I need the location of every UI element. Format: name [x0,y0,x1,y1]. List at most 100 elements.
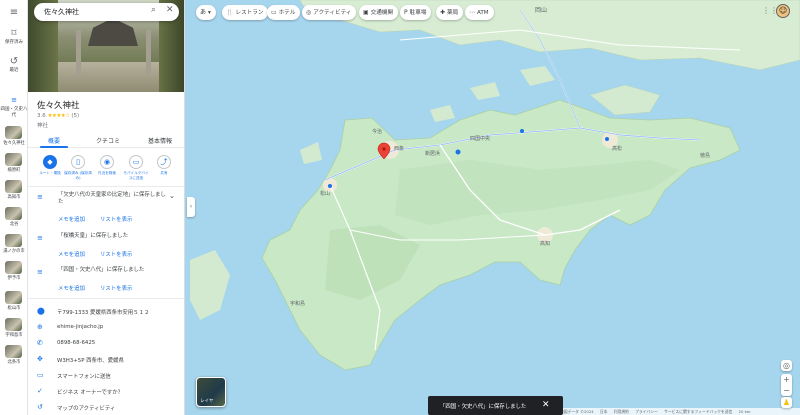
chip-parking[interactable]: P 駐車場 [400,5,432,20]
view-list-link[interactable]: リストを表示 [100,250,132,258]
save-button[interactable]: ▯ 保存済み (保存済み) [64,155,92,180]
language-icon: あ [200,9,207,16]
claim-business-row[interactable]: ✓ ビジネス オーナーですか？ [28,387,184,399]
address-text: 〒799-1333 愛媛県西条市安用５１２ [57,310,150,316]
pharmacy-icon: ✚ [440,9,446,16]
place-category[interactable]: 神社 [37,121,48,129]
saved-list-text: 「四国・欠史八代」に保存しました [58,267,145,273]
restaurant-icon: 🍴 [226,9,234,16]
rating-row[interactable]: 3.6 ★★★★☆ (5) [37,113,79,119]
map-label-niihama: 新居浜 [425,151,441,157]
map-footer: 地図データ ©2024 日本 利用規約 プライバシー サービスに関するフィードバ… [560,408,800,415]
footer-feedback[interactable]: サービスに関するフィードバックを送信 [664,409,732,414]
rail-thumb-label-8: 北条市 [7,360,21,365]
add-note-link[interactable]: メモを追加 [58,215,85,223]
rail-thumb-label-7: 宇和島市 [5,333,23,338]
send-to-phone-row[interactable]: ▭ スマートフォンに送信 [28,371,184,383]
globe-icon: ⊕ [37,323,43,331]
history-icon: ↺ [37,403,43,411]
my-location-button[interactable]: ◎ [781,360,792,371]
search-box[interactable]: ⌕ ✕ [34,3,179,21]
chip-label: 薬局 [447,10,459,16]
rail-thumb-4[interactable] [5,234,22,247]
verified-icon: ✓ [37,387,43,395]
footer-terms[interactable]: 利用規約 [614,409,629,414]
rail-thumb-8[interactable] [5,345,22,358]
footer-scale[interactable]: 20 km [739,409,751,414]
map-label-tokushima: 徳島 [700,153,711,159]
chip-restaurants[interactable]: 🍴 レストラン [222,5,269,20]
close-icon[interactable]: ✕ [166,5,174,15]
rail-list-button[interactable]: ≡ 四国・欠史八代 [0,95,28,118]
saved-list-actions: メモを追加 リストを表示 [28,284,184,292]
chip-label: ATM [477,10,489,16]
rail-thumb-2[interactable] [5,180,22,193]
tab-overview[interactable]: 概要 [48,136,60,145]
address-row[interactable]: ⬤ 〒799-1333 愛媛県西条市安用５１２ [28,307,184,319]
saved-list-text: 「欠史八代の天皇家の比定地」に保存しました [58,192,166,205]
collapse-panel-button[interactable]: ‹ [187,197,195,217]
saved-list-text: 「桜橋天皇」に保存しました [58,233,129,239]
nearby-button[interactable]: ◉ 付近を検索 [93,155,121,176]
rail-saved-button[interactable]: ⌑ 保存済み [0,28,28,45]
add-note-link[interactable]: メモを追加 [58,250,85,258]
photo-shrine [88,18,138,46]
saved-list-item: ≡ 「桜橋天皇」に保存しました [28,233,184,242]
send-to-phone-button[interactable]: ▭ モバイルデバイスに送信 [122,155,150,180]
rail-thumb-1[interactable] [5,153,22,166]
chip-atm[interactable]: ⋯ ATM [465,5,494,20]
account-avatar[interactable]: ☺ [776,4,790,18]
directions-label: ルート・乗換 [39,171,61,175]
website-row[interactable]: ⊕ ehime-jinjacho.jp [28,323,184,335]
rail-thumb-label-1: 楠原町 [7,168,21,173]
chip-transit[interactable]: ▣ 交通機関 [359,5,399,20]
menu-button[interactable]: ≡ [0,7,28,18]
close-icon[interactable]: ✕ [542,400,550,410]
zoom-out-button[interactable]: − [781,385,792,396]
rail-thumb-7[interactable] [5,318,22,331]
chip-hotels[interactable]: ▭ ホテル [267,5,301,20]
rail-thumb-label-0: 佐々久神社 [3,141,25,146]
rail-thumb-0[interactable] [5,126,22,139]
rail-saved-label: 保存済み [5,40,23,45]
rail-recent-button[interactable]: ↺ 最近 [0,56,28,73]
maps-activity-text: マップのアクティビティ [57,406,116,412]
phone-row[interactable]: ✆ 0898-68-6425 [28,339,184,351]
smartphone-icon: ▭ [37,371,44,379]
list-icon: ≡ [37,268,43,276]
map-label-takamatsu: 高松 [612,146,623,152]
bookmark-icon: ⌑ [11,28,17,39]
rail-thumb-6[interactable] [5,291,22,304]
tab-about[interactable]: 基本情報 [148,136,172,145]
share-label: 共有 [160,171,168,175]
rail-thumb-label-4: 湯ノかの市 [3,249,25,254]
layers-button[interactable]: レイヤ [196,377,226,407]
tab-reviews[interactable]: クチコミ [96,136,120,145]
chip-label: 交通機関 [370,10,394,16]
chevron-down-icon[interactable]: ⌄ [169,192,175,200]
left-rail: ≡ ⌑ 保存済み ↺ 最近 ≡ 四国・欠史八代 佐々久神社 楠原町 高知市 北谷… [0,0,28,415]
divider [28,298,184,299]
language-chip[interactable]: あ ▾ [196,5,216,20]
plus-code-row[interactable]: ✥ W3H3+5P 西条市、愛媛県 [28,355,184,367]
maps-activity-row[interactable]: ↺ マップのアクティビティ [28,403,184,415]
directions-button[interactable]: ◆ ルート・乗換 [36,155,64,176]
view-list-link[interactable]: リストを表示 [100,215,132,223]
directions-icon: ◆ [43,155,57,169]
view-list-link[interactable]: リストを表示 [100,284,132,292]
footer-privacy[interactable]: プライバシー [635,409,658,414]
zoom-in-button[interactable]: + [781,374,792,385]
rail-thumb-5[interactable] [5,261,22,274]
footer-region[interactable]: 日本 [600,409,608,414]
street-view-pegman[interactable]: ♟ [781,397,792,408]
add-note-link[interactable]: メモを追加 [58,284,85,292]
rail-thumb-3[interactable] [5,207,22,220]
search-icon[interactable]: ⌕ [151,5,156,15]
share-button[interactable]: ⤴ 共有 [150,155,178,176]
plus-code-icon: ✥ [37,355,43,363]
chip-activities[interactable]: ◎ アクティビティ [302,5,357,20]
search-input[interactable] [44,6,136,18]
chip-pharmacy[interactable]: ✚ 薬局 [436,5,464,20]
saved-list-actions: メモを追加 リストを表示 [28,250,184,258]
rating-stars: ★★★★☆ [47,113,71,119]
